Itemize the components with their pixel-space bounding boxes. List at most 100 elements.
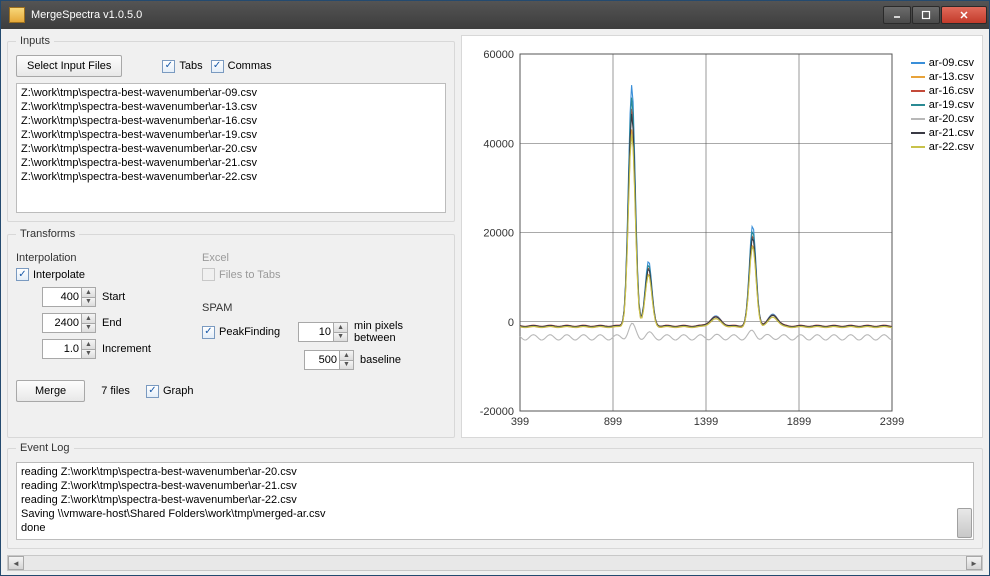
spin-up-icon[interactable]: ▲ (339, 351, 353, 360)
legend-item: ar-16.csv (911, 84, 974, 98)
checkbox-icon (16, 268, 29, 281)
end-input[interactable] (43, 314, 81, 332)
start-stepper[interactable]: ▲▼ (42, 287, 96, 307)
svg-text:2399: 2399 (880, 416, 904, 428)
log-line: reading Z:\work\tmp\spectra-best-wavenum… (21, 479, 969, 493)
checkbox-icon (146, 385, 159, 398)
legend-item: ar-20.csv (911, 112, 974, 126)
legend-item: ar-19.csv (911, 98, 974, 112)
window-title: MergeSpectra v1.0.5.0 (31, 9, 883, 21)
start-label: Start (102, 291, 125, 303)
legend-item: ar-21.csv (911, 126, 974, 140)
interpolate-checkbox[interactable]: Interpolate (16, 268, 85, 281)
eventlog-legend: Event Log (16, 442, 74, 454)
chart-legend: ar-09.csvar-13.csvar-16.csvar-19.csvar-2… (911, 56, 974, 154)
input-files-list[interactable]: Z:\work\tmp\spectra-best-wavenumber\ar-0… (16, 83, 446, 213)
svg-text:1899: 1899 (787, 416, 811, 428)
legend-item: ar-13.csv (911, 70, 974, 84)
tabs-checkbox[interactable]: Tabs (162, 60, 202, 73)
eventlog-textbox[interactable]: reading Z:\work\tmp\spectra-best-wavenum… (16, 462, 974, 540)
log-line: Saving \\vmware-host\Shared Folders\work… (21, 507, 969, 521)
log-line: done (21, 521, 969, 535)
merge-button[interactable]: Merge (16, 380, 85, 402)
svg-text:40000: 40000 (483, 138, 514, 150)
select-input-files-button[interactable]: Select Input Files (16, 55, 122, 77)
client-area: Inputs Select Input Files Tabs Commas (1, 29, 989, 575)
spin-down-icon[interactable]: ▼ (333, 332, 347, 342)
app-icon (9, 7, 25, 23)
transforms-group: Transforms Interpolation Interpolate (7, 228, 455, 438)
end-stepper[interactable]: ▲▼ (42, 313, 96, 333)
minimize-button[interactable] (883, 6, 911, 24)
start-input[interactable] (43, 288, 81, 306)
file-list-item[interactable]: Z:\work\tmp\spectra-best-wavenumber\ar-0… (21, 86, 441, 100)
minpix-input[interactable] (299, 323, 333, 341)
scroll-left-icon[interactable]: ◄ (8, 556, 24, 570)
increment-label: Increment (102, 343, 151, 355)
spin-up-icon[interactable]: ▲ (81, 314, 95, 323)
legend-swatch-icon (911, 104, 925, 106)
maximize-button[interactable] (912, 6, 940, 24)
interpolation-title: Interpolation (16, 252, 186, 264)
increment-input[interactable] (43, 340, 81, 358)
spin-down-icon[interactable]: ▼ (81, 349, 95, 359)
svg-text:-20000: -20000 (480, 406, 514, 418)
spin-down-icon[interactable]: ▼ (339, 360, 353, 370)
eventlog-group: Event Log reading Z:\work\tmp\spectra-be… (7, 442, 983, 549)
titlebar[interactable]: MergeSpectra v1.0.5.0 (1, 1, 989, 29)
transforms-legend: Transforms (16, 228, 79, 240)
spin-down-icon[interactable]: ▼ (81, 297, 95, 307)
svg-text:0: 0 (508, 317, 514, 329)
excel-title: Excel (202, 252, 446, 264)
log-line: reading Z:\work\tmp\spectra-best-wavenum… (21, 493, 969, 507)
legend-item: ar-22.csv (911, 140, 974, 154)
files-to-tabs-checkbox: Files to Tabs (202, 268, 281, 281)
minpix-label: min pixels between (354, 320, 446, 344)
graph-checkbox[interactable]: Graph (146, 385, 194, 398)
spin-up-icon[interactable]: ▲ (81, 288, 95, 297)
file-list-item[interactable]: Z:\work\tmp\spectra-best-wavenumber\ar-2… (21, 156, 441, 170)
svg-text:20000: 20000 (483, 228, 514, 240)
legend-swatch-icon (911, 118, 925, 120)
legend-swatch-icon (911, 146, 925, 148)
close-button[interactable] (941, 6, 987, 24)
scroll-right-icon[interactable]: ► (966, 556, 982, 570)
legend-swatch-icon (911, 132, 925, 134)
svg-text:899: 899 (604, 416, 622, 428)
spin-up-icon[interactable]: ▲ (333, 323, 347, 332)
spin-down-icon[interactable]: ▼ (81, 323, 95, 333)
commas-checkbox[interactable]: Commas (211, 60, 272, 73)
end-label: End (102, 317, 122, 329)
checkbox-icon (211, 60, 224, 73)
checkbox-icon (162, 60, 175, 73)
horizontal-scrollbar[interactable]: ◄ ► (7, 555, 983, 571)
file-list-item[interactable]: Z:\work\tmp\spectra-best-wavenumber\ar-2… (21, 170, 441, 184)
checkbox-icon (202, 268, 215, 281)
scrollbar-thumb[interactable] (957, 508, 972, 538)
svg-text:1399: 1399 (694, 416, 718, 428)
file-count-label: 7 files (101, 385, 130, 397)
peakfinding-checkbox[interactable]: PeakFinding (202, 326, 280, 339)
spectra-chart[interactable]: 399899139918992399-200000200004000060000… (461, 35, 983, 438)
inputs-legend: Inputs (16, 35, 54, 47)
log-line: reading Z:\work\tmp\spectra-best-wavenum… (21, 465, 969, 479)
legend-swatch-icon (911, 76, 925, 78)
file-list-item[interactable]: Z:\work\tmp\spectra-best-wavenumber\ar-2… (21, 142, 441, 156)
inputs-group: Inputs Select Input Files Tabs Commas (7, 35, 455, 222)
app-window: MergeSpectra v1.0.5.0 Inputs Select Inpu… (0, 0, 990, 576)
baseline-input[interactable] (305, 351, 339, 369)
file-list-item[interactable]: Z:\work\tmp\spectra-best-wavenumber\ar-1… (21, 100, 441, 114)
baseline-label: baseline (360, 354, 401, 366)
file-list-item[interactable]: Z:\work\tmp\spectra-best-wavenumber\ar-1… (21, 114, 441, 128)
spin-up-icon[interactable]: ▲ (81, 340, 95, 349)
spam-title: SPAM (202, 302, 446, 314)
legend-item: ar-09.csv (911, 56, 974, 70)
legend-swatch-icon (911, 62, 925, 64)
legend-swatch-icon (911, 90, 925, 92)
minpix-stepper[interactable]: ▲▼ (298, 322, 348, 342)
file-list-item[interactable]: Z:\work\tmp\spectra-best-wavenumber\ar-1… (21, 128, 441, 142)
svg-text:60000: 60000 (483, 49, 514, 61)
baseline-stepper[interactable]: ▲▼ (304, 350, 354, 370)
checkbox-icon (202, 326, 215, 339)
increment-stepper[interactable]: ▲▼ (42, 339, 96, 359)
